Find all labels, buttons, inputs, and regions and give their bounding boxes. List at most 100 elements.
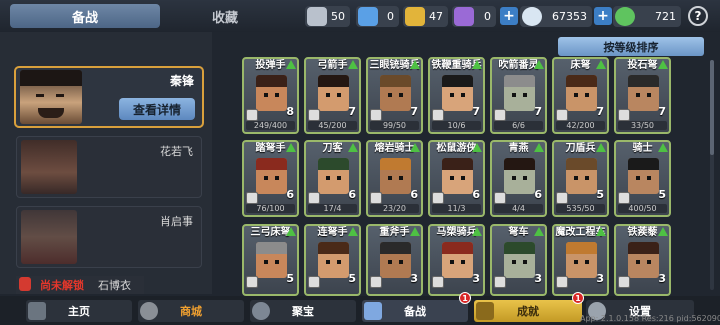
- nav-preparation[interactable]: 备战: [362, 300, 468, 322]
- unit-card[interactable]: 刀客 6 17/4: [304, 140, 361, 217]
- gem-icon: [522, 7, 542, 26]
- unit-card[interactable]: 骑士 5 400/50: [614, 140, 671, 217]
- unit-portrait: [380, 158, 411, 194]
- unit-card[interactable]: 弓箭手 7 45/200: [304, 57, 361, 134]
- coins-icon: [140, 302, 158, 320]
- jade-coin-icon: [615, 7, 635, 26]
- notification-badge: 1: [459, 292, 471, 304]
- unit-class-icon: [370, 192, 382, 204]
- gold-token-value: 47: [429, 10, 443, 23]
- general-portrait: [20, 70, 82, 124]
- unit-level: 6: [410, 188, 418, 201]
- unit-card[interactable]: 投石弩 7 33/50: [614, 57, 671, 134]
- nav-treasure[interactable]: 聚宝: [250, 300, 356, 322]
- sort-by-level-button[interactable]: 按等级排序: [558, 37, 704, 56]
- upgrade-arrow-icon: [348, 143, 358, 152]
- unit-shard-progress: 76/100: [246, 204, 295, 213]
- unit-card[interactable]: 马槊骑兵 3: [428, 224, 485, 296]
- general-name: 花若飞: [160, 145, 193, 158]
- unit-card[interactable]: 踏弩手 6 76/100: [242, 140, 299, 217]
- unit-card[interactable]: 三弓床弩 5: [242, 224, 299, 296]
- unit-level: 5: [596, 188, 604, 201]
- upgrade-arrow-icon: [534, 143, 544, 152]
- tab-preparation[interactable]: 备战: [10, 4, 160, 28]
- unit-class-icon: [556, 109, 568, 121]
- selected-general-card[interactable]: 秦锋 查看详情: [14, 66, 204, 128]
- unit-portrait: [442, 242, 473, 278]
- unit-portrait: [504, 75, 535, 111]
- app-version-info: App: 2.1.0.158 Res:216 pid:562090: [580, 314, 720, 323]
- upgrade-arrow-icon: [348, 227, 358, 236]
- upgrade-arrow-icon: [472, 60, 482, 69]
- view-details-button[interactable]: 查看详情: [119, 98, 195, 120]
- unit-portrait: [504, 242, 535, 278]
- help-button[interactable]: ?: [688, 6, 708, 26]
- nav-preparation-label: 备战: [404, 305, 426, 318]
- nav-shop[interactable]: 商城: [138, 300, 244, 322]
- add-gem-button[interactable]: +: [500, 7, 518, 25]
- general-card[interactable]: 花若飞: [16, 136, 202, 198]
- unit-card[interactable]: 松鼠游侠 6 11/3: [428, 140, 485, 217]
- unit-shard-progress: 535/50: [556, 204, 605, 213]
- unit-class-icon: [308, 276, 320, 288]
- lock-icon: [19, 277, 31, 291]
- unit-shard-progress: 23/20: [370, 204, 419, 213]
- purple-token-counter: 0: [452, 6, 496, 27]
- unit-class-icon: [246, 109, 258, 121]
- locked-general-card[interactable]: 尚未解锁 石博衣: [16, 276, 144, 294]
- nav-achievements[interactable]: 成就: [474, 300, 582, 322]
- unit-level: 6: [286, 188, 294, 201]
- tab-collection[interactable]: 收藏: [150, 4, 300, 28]
- purple-token-icon: [454, 7, 474, 26]
- blue-token-icon: [358, 7, 378, 26]
- nav-home-label: 主页: [68, 305, 90, 318]
- unit-portrait: [318, 242, 349, 278]
- unit-class-icon: [556, 192, 568, 204]
- unit-shard-progress: 10/6: [432, 121, 481, 130]
- unit-portrait: [566, 242, 597, 278]
- upgrade-arrow-icon: [472, 227, 482, 236]
- nav-home[interactable]: 主页: [26, 300, 132, 322]
- scrollbar-thumb[interactable]: [710, 60, 714, 155]
- unit-card[interactable]: 熔岩骑士 6 23/20: [366, 140, 423, 217]
- general-name: 肖启事: [160, 215, 193, 228]
- unit-card[interactable]: 吹箭番灵 7 6/6: [490, 57, 547, 134]
- unit-card[interactable]: 刀盾兵 5 535/50: [552, 140, 609, 217]
- unit-shard-progress: 6/6: [494, 121, 543, 130]
- unit-class-icon: [494, 109, 506, 121]
- unit-portrait: [628, 75, 659, 111]
- unit-card[interactable]: 铁鞭重骑兵 7 10/6: [428, 57, 485, 134]
- unit-portrait: [566, 158, 597, 194]
- locked-label: 尚未解锁: [40, 279, 84, 292]
- unit-card[interactable]: 魔改工程车 3: [552, 224, 609, 296]
- unit-level: 7: [410, 105, 418, 118]
- jade-counter: 721: [613, 6, 681, 27]
- upgrade-arrow-icon: [596, 227, 606, 236]
- unit-portrait: [628, 242, 659, 278]
- general-card[interactable]: 肖启事: [16, 206, 202, 268]
- upgrade-arrow-icon: [658, 227, 668, 236]
- unit-portrait: [256, 242, 287, 278]
- unit-card[interactable]: 连弩手 5: [304, 224, 361, 296]
- unit-shard-progress: 99/50: [370, 121, 419, 130]
- add-jade-button[interactable]: +: [594, 7, 612, 25]
- unit-card[interactable]: 弩车 3: [490, 224, 547, 296]
- upgrade-arrow-icon: [658, 60, 668, 69]
- unit-portrait: [504, 158, 535, 194]
- unit-card[interactable]: 重斧手 3: [366, 224, 423, 296]
- unit-level: 6: [348, 188, 356, 201]
- unit-card[interactable]: 投弹手 8 249/400: [242, 57, 299, 134]
- unit-card[interactable]: 青燕 6 4/4: [490, 140, 547, 217]
- unit-card[interactable]: 铁蒺藜 3: [614, 224, 671, 296]
- locked-general-name: 石博衣: [98, 279, 131, 292]
- upgrade-arrow-icon: [534, 60, 544, 69]
- unit-class-icon: [494, 276, 506, 288]
- unit-level: 3: [596, 272, 604, 285]
- unit-shard-progress: 17/4: [308, 204, 357, 213]
- unit-level: 7: [472, 105, 480, 118]
- unit-card[interactable]: 三眼铳骑兵 7 99/50: [366, 57, 423, 134]
- unit-card[interactable]: 床弩 7 42/200: [552, 57, 609, 134]
- silver-token-value: 50: [331, 10, 345, 23]
- grid-scrollbar[interactable]: [710, 60, 714, 290]
- unit-portrait: [256, 75, 287, 111]
